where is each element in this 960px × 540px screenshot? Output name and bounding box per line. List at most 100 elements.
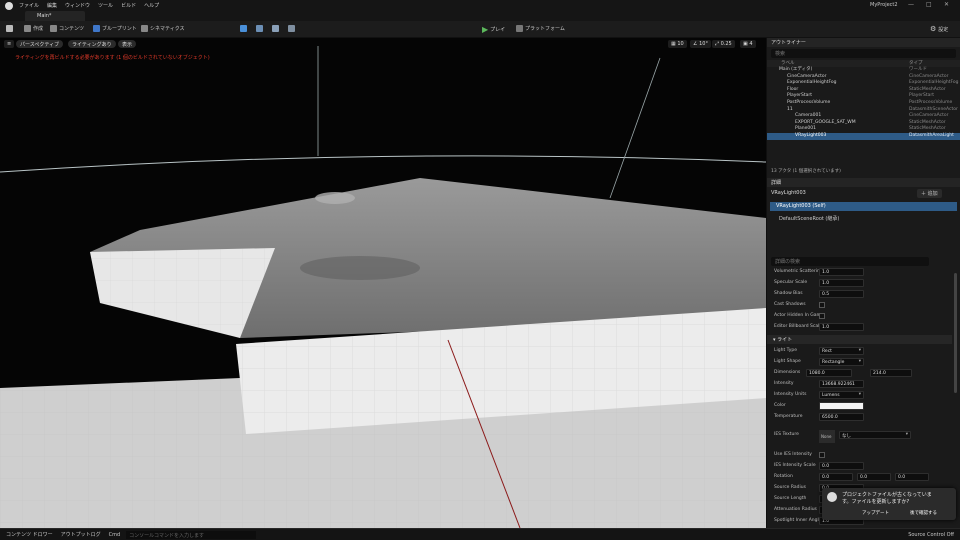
grid-size-value: 10	[677, 41, 684, 47]
platform-button[interactable]: プラットフォーム	[516, 25, 565, 32]
add-component-button[interactable]: ＋ 追加	[917, 189, 942, 198]
console-input[interactable]: コンソールコマンドを入力します	[126, 530, 257, 539]
cmd-dropdown[interactable]: Cmd	[109, 532, 121, 538]
content-button[interactable]: コンテンツ	[50, 25, 84, 32]
light-shape-dropdown[interactable]: Rectangle	[819, 358, 864, 366]
volumetric-field[interactable]: 1.0	[819, 268, 864, 276]
billboard-scale-field[interactable]: 1.0	[819, 323, 864, 331]
hidden-in-game-checkbox[interactable]	[819, 313, 825, 319]
ies-thumbnail[interactable]: None	[819, 430, 835, 443]
use-ies-checkbox[interactable]	[819, 452, 825, 458]
dimensions-y-field[interactable]: 214.0	[870, 369, 912, 377]
details-header: 詳細	[767, 178, 960, 187]
blueprint-icon	[93, 25, 100, 32]
mode-select-icon[interactable]	[240, 25, 247, 32]
save-icon[interactable]	[6, 25, 13, 32]
mode-foliage-icon[interactable]	[272, 25, 279, 32]
prop-volumetric: Volumetric Scattering... 1.0	[767, 267, 952, 277]
create-button[interactable]: 作成	[24, 25, 43, 32]
blueprint-button[interactable]: ブループリント	[93, 25, 137, 32]
camera-speed-value: 4	[749, 41, 753, 47]
unreal-logo-icon[interactable]	[5, 1, 13, 10]
intensity-units-dropdown[interactable]: Lumens	[819, 391, 864, 399]
toast-message-line2: す。ファイルを更新しますか?	[842, 499, 910, 505]
mode-mesh-paint-icon[interactable]	[288, 25, 295, 32]
perspective-button[interactable]: パースペクティブ	[16, 40, 64, 48]
outliner-row[interactable]: Main (エディタ) ワールド	[767, 67, 960, 74]
grid-snap-button[interactable]: ▦ 10	[668, 40, 687, 48]
outliner-row[interactable]: Camera001 CineCameraActor	[767, 113, 960, 120]
outliner-row[interactable]: ExponentialHeightFog ExponentialHeightFog	[767, 80, 960, 87]
source-control-status[interactable]: Source Control Off	[908, 532, 954, 538]
menu-window[interactable]: ウィンドウ	[65, 2, 90, 9]
camera-speed-button[interactable]: ▣ 4	[740, 40, 756, 48]
outliner-footer: 13 アクタ (1 個選択されています)	[771, 169, 841, 174]
scale-snap-button[interactable]: ⤢ 0.25	[712, 40, 735, 48]
outliner-tree: Main (エディタ) ワールド CineCameraActor CineCamer…	[767, 67, 960, 140]
level-viewport[interactable]: ≡ パースペクティブ ライティングあり 表示 ▦ 10 ∠ 10° ⤢ 0.25…	[0, 38, 766, 528]
platform-label: プラットフォーム	[525, 26, 565, 32]
ies-texture-dropdown[interactable]: なし	[839, 431, 911, 439]
outliner-row[interactable]: PostProcessVolume PostProcessVolume	[767, 100, 960, 107]
details-search-input[interactable]: 詳細の検索	[771, 257, 929, 266]
prop-light-type: Light Type Rect	[767, 346, 952, 356]
rotation-x-field[interactable]: 0.0	[819, 473, 853, 481]
project-update-toast: プロジェクトファイルが古くなっていま す。ファイルを更新しますか? アップデート…	[822, 488, 956, 520]
settings-button[interactable]: ⚙ 設定	[930, 25, 948, 33]
outliner-columns: ラベル タイプ	[767, 60, 960, 67]
col-type[interactable]: タイプ	[909, 60, 923, 66]
specular-field[interactable]: 1.0	[819, 279, 864, 287]
outliner-row-selected[interactable]: VRayLight003 DatasmithAreaLight	[767, 132, 960, 140]
project-name: MyProject2	[870, 2, 898, 8]
menu-edit[interactable]: 編集	[47, 2, 57, 9]
later-button[interactable]: 後で確認する	[910, 510, 937, 516]
content-drawer-button[interactable]: コンテンツ ドロワー	[6, 531, 53, 538]
cinematics-button[interactable]: シネマティクス	[141, 25, 185, 32]
col-label[interactable]: ラベル	[781, 60, 795, 66]
output-log-button[interactable]: アウトプットログ	[61, 531, 101, 538]
menu-file[interactable]: ファイル	[19, 2, 39, 9]
self-row[interactable]: VRayLight003 (Self)	[770, 202, 957, 211]
dimensions-x-field[interactable]: 1080.0	[806, 369, 852, 377]
menu-tools[interactable]: ツール	[98, 2, 113, 9]
cast-shadows-checkbox[interactable]	[819, 302, 825, 308]
prop-light-shape: Light Shape Rectangle	[767, 357, 952, 367]
light-type-dropdown[interactable]: Rect	[819, 347, 864, 355]
tab-level-main[interactable]: Main*	[25, 11, 85, 21]
play-icon: ▶	[482, 25, 489, 34]
viewport-menu-icon[interactable]: ≡	[4, 40, 15, 48]
shadow-bias-field[interactable]: 0.5	[819, 290, 864, 298]
temperature-field[interactable]: 6500.0	[819, 413, 864, 421]
settings-label: 設定	[938, 26, 949, 33]
terrain-ridge	[300, 256, 420, 280]
menu-build[interactable]: ビルド	[121, 2, 136, 9]
lighting-mode-button[interactable]: ライティングあり	[68, 40, 116, 48]
details-scrollbar[interactable]	[954, 273, 957, 393]
mode-landscape-icon[interactable]	[256, 25, 263, 32]
outliner-search-input[interactable]: 検索	[771, 49, 956, 58]
play-button[interactable]: ▶ プレイ	[482, 25, 505, 34]
prop-specular: Specular Scale 1.0	[767, 278, 952, 288]
outliner-row[interactable]: Plane001 StaticMeshActor	[767, 126, 960, 133]
prop-hidden-in-game: Actor Hidden In Game	[774, 313, 825, 319]
details-tab[interactable]: 詳細	[771, 179, 781, 186]
menu-help[interactable]: ヘルプ	[144, 2, 159, 9]
rotation-snap-button[interactable]: ∠ 10°	[690, 40, 711, 48]
light-section-header[interactable]: ▾ ライト	[767, 335, 952, 344]
maximize-icon[interactable]: □	[926, 1, 932, 8]
update-button[interactable]: アップデート	[862, 510, 889, 516]
sky-dome-edge	[609, 57, 661, 199]
ies-scale-field[interactable]: 0.0	[819, 462, 864, 470]
toast-message-line1: プロジェクトファイルが古くなっていま	[842, 492, 932, 498]
actor-name: VRayLight003	[771, 190, 806, 196]
show-button[interactable]: 表示	[118, 40, 137, 48]
component-row[interactable]: DefaultSceneRoot (継承)	[779, 215, 839, 222]
rotation-y-field[interactable]: 0.0	[857, 473, 891, 481]
close-icon[interactable]: ✕	[944, 1, 949, 8]
rotation-z-field[interactable]: 0.0	[895, 473, 929, 481]
create-icon	[24, 25, 31, 32]
minimize-icon[interactable]: —	[908, 1, 914, 8]
outliner-row[interactable]: PlayerStart PlayerStart	[767, 93, 960, 100]
intensity-field[interactable]: 13668.922461	[819, 380, 864, 388]
color-swatch[interactable]	[819, 402, 864, 410]
